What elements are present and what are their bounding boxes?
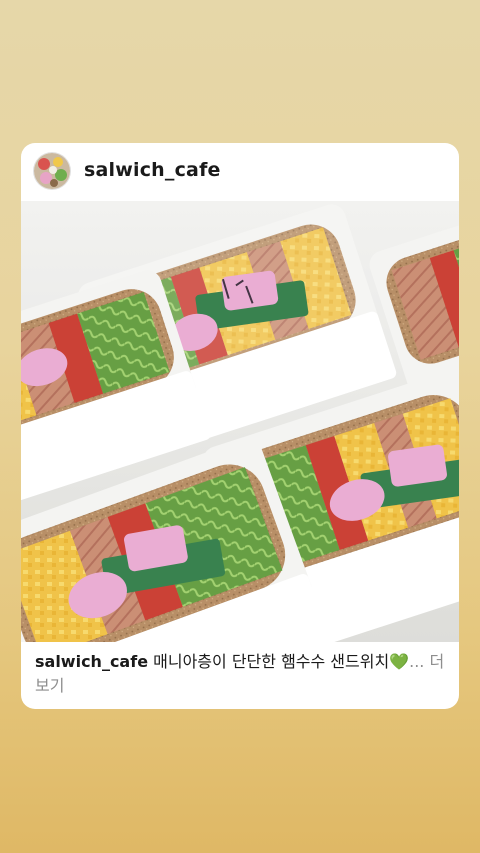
post-header: salwich_cafe <box>21 143 459 201</box>
sandwich-photo <box>21 201 459 642</box>
avatar-image <box>34 153 70 189</box>
post-card: salwich_cafe salwich_cafe 매니아층이 단단한 햄수수 … <box>21 143 459 709</box>
post-caption: salwich_cafe 매니아층이 단단한 햄수수 샌드위치💚... 더 보기 <box>35 650 447 698</box>
caption-text: 매니아층이 단단한 햄수수 샌드위치 <box>148 652 390 671</box>
avatar[interactable] <box>34 153 70 189</box>
green-heart-icon: 💚 <box>389 652 410 671</box>
post-username[interactable]: salwich_cafe <box>84 159 221 181</box>
caption-username[interactable]: salwich_cafe <box>35 652 148 671</box>
post-photo[interactable] <box>21 201 459 642</box>
